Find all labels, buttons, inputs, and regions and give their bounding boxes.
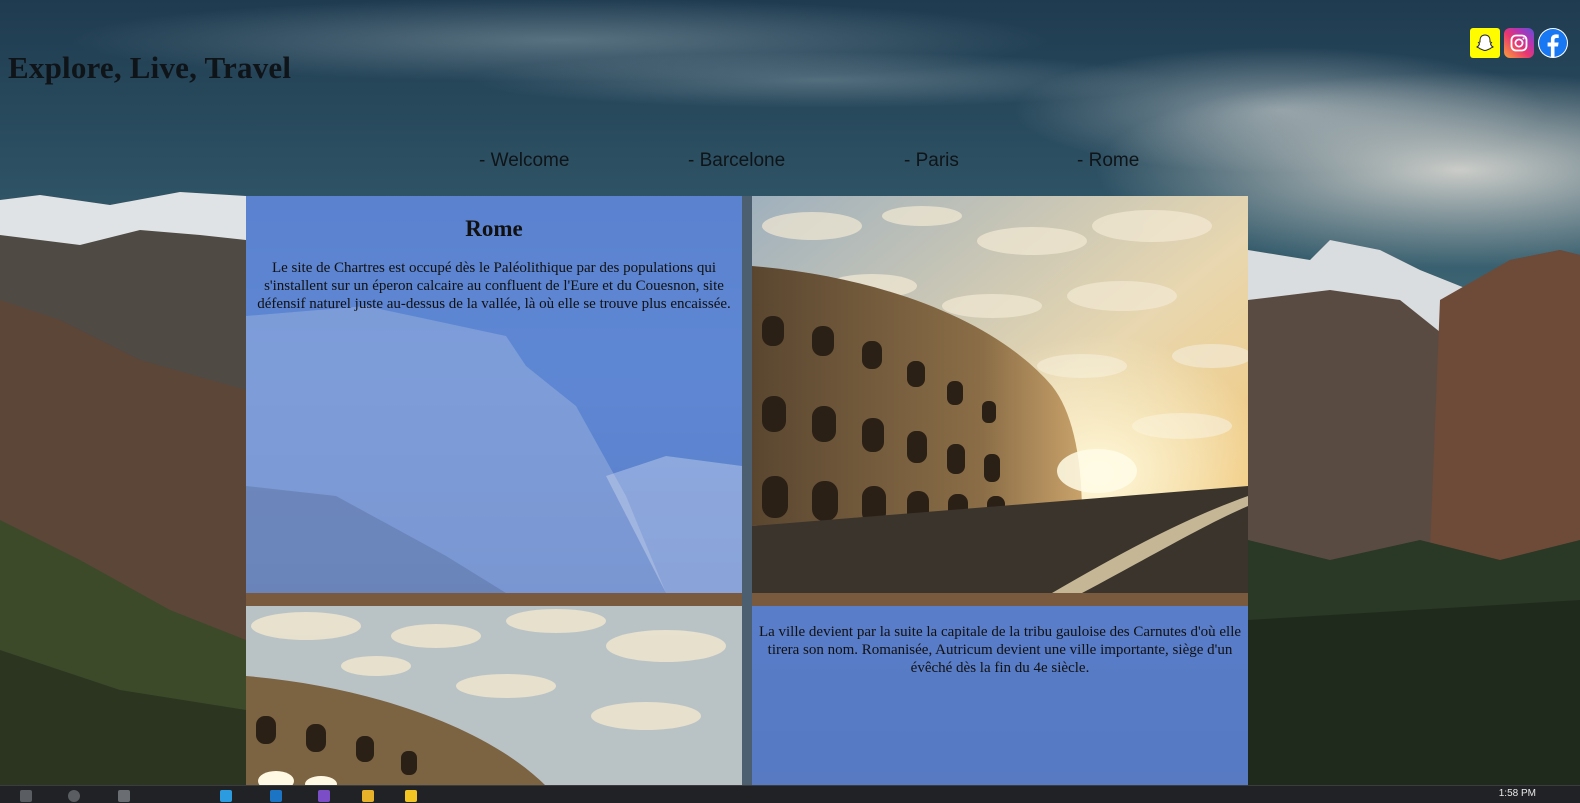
search-icon[interactable] <box>68 790 80 802</box>
facebook-icon[interactable] <box>1538 28 1568 58</box>
taskbar: 1:58 PM <box>0 785 1580 803</box>
section-paragraph: La ville devient par la suite la capital… <box>758 624 1242 676</box>
app-icon[interactable] <box>318 790 330 802</box>
instagram-icon[interactable] <box>1504 28 1534 58</box>
taskbar-clock[interactable]: 1:58 PM <box>1499 788 1536 799</box>
section-heading: Rome <box>465 216 523 241</box>
main-nav: - Welcome - Barcelone - Paris - Rome <box>0 150 1580 172</box>
vscode-icon[interactable] <box>270 790 282 802</box>
start-icon[interactable] <box>20 790 32 802</box>
snapchat-icon[interactable] <box>1470 28 1500 58</box>
nav-item-rome[interactable]: - Rome <box>1077 150 1139 172</box>
history-panel: La ville devient par la suite la capital… <box>752 606 1248 786</box>
section-paragraph: Le site de Chartres est occupé dès le Pa… <box>257 260 731 312</box>
folder-icon[interactable] <box>362 790 374 802</box>
colosseum-image-2 <box>246 606 742 786</box>
site-title: Explore, Live, Travel <box>8 50 292 85</box>
task-view-icon[interactable] <box>118 790 130 802</box>
rome-intro-panel: Rome Le site de Chartres est occupé dès … <box>246 196 742 593</box>
nav-item-welcome[interactable]: - Welcome <box>479 150 569 172</box>
nav-item-barcelone[interactable]: - Barcelone <box>688 150 785 172</box>
nav-item-paris[interactable]: - Paris <box>904 150 959 172</box>
pinned-app-icon[interactable] <box>405 790 417 802</box>
colosseum-image <box>752 196 1248 593</box>
social-links <box>1470 28 1568 58</box>
edge-icon[interactable] <box>220 790 232 802</box>
